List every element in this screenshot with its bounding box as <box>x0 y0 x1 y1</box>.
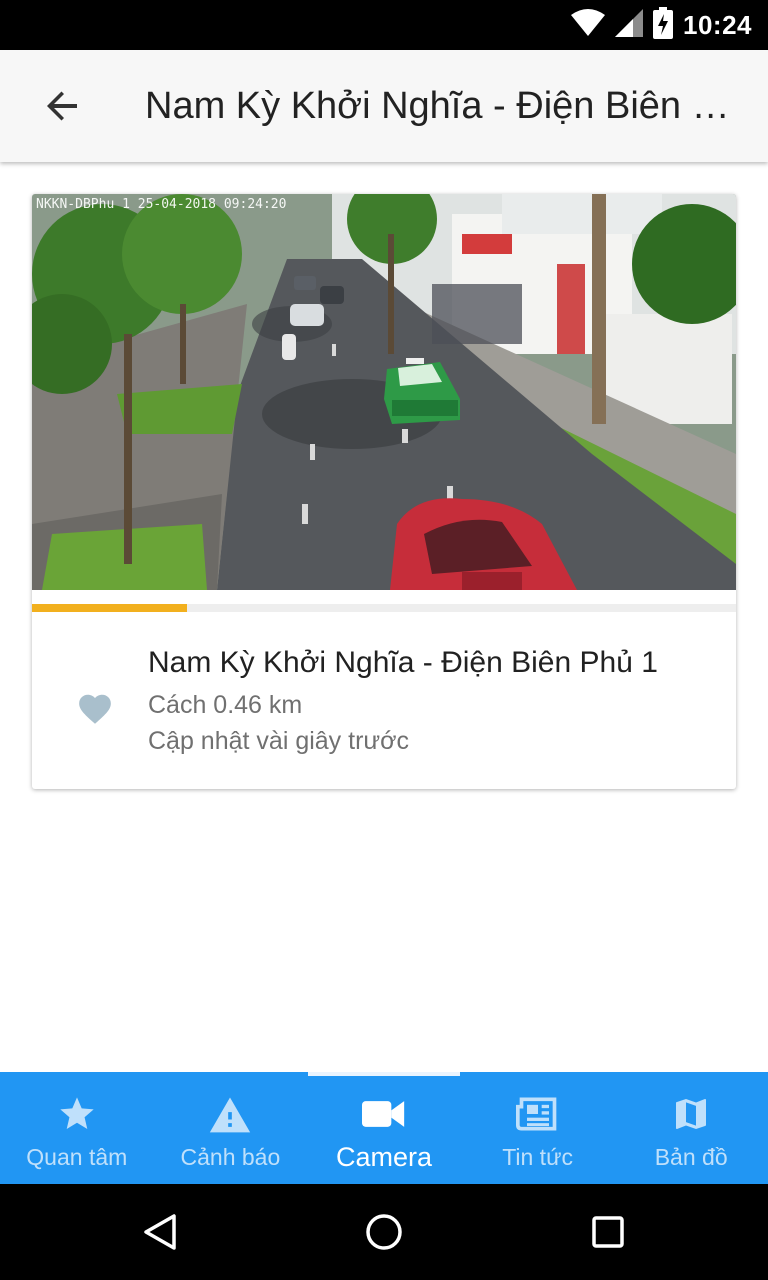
status-time: 10:24 <box>683 9 752 40</box>
camera-overlay-text: NKKN-DBPhu 1 25-04-2018 09:24:20 <box>36 197 286 212</box>
camera-snapshot[interactable]: NKKN-DBPhu 1 25-04-2018 09:24:20 <box>32 194 736 590</box>
nav-item-camera[interactable]: Camera <box>307 1072 461 1184</box>
refresh-progress-fill <box>32 604 187 612</box>
app-bar: Nam Kỳ Khởi Nghĩa - Điện Biên Phủ 1 <box>0 50 768 162</box>
bottom-navigation: Quan tâm Cảnh báo Camera Tin tức Bản đồ <box>0 1072 768 1184</box>
status-icons: 10:24 <box>571 0 752 50</box>
triangle-back-icon <box>144 1214 176 1250</box>
wifi-icon <box>571 8 605 42</box>
battery-charging-icon <box>653 6 673 44</box>
nav-label: Camera <box>335 1142 432 1172</box>
heart-icon <box>79 694 111 724</box>
cell-signal-icon <box>615 8 643 42</box>
square-recents-icon <box>592 1216 624 1248</box>
nav-label: Tin tức <box>502 1144 573 1170</box>
nav-label: Quan tâm <box>26 1144 128 1170</box>
camera-card[interactable]: NKKN-DBPhu 1 25-04-2018 09:24:20 Nam Kỳ … <box>32 194 736 789</box>
system-back-button[interactable] <box>136 1208 184 1256</box>
system-navigation-bar <box>0 1184 768 1280</box>
nav-item-tin-tuc[interactable]: Tin tức <box>461 1072 615 1184</box>
arrow-back-icon <box>47 91 77 121</box>
warning-icon <box>208 1092 252 1136</box>
nav-item-canh-bao[interactable]: Cảnh báo <box>154 1072 308 1184</box>
status-bar: 10:24 <box>0 0 768 50</box>
nav-item-ban-do[interactable]: Bản đồ <box>614 1072 768 1184</box>
back-button[interactable] <box>30 78 96 134</box>
news-icon <box>515 1092 560 1136</box>
nav-item-quan-tam[interactable]: Quan tâm <box>0 1072 154 1184</box>
nav-label: Bản đồ <box>654 1144 728 1170</box>
camera-name: Nam Kỳ Khởi Nghĩa - Điện Biên Phủ 1 <box>148 646 658 679</box>
system-home-button[interactable] <box>360 1208 408 1256</box>
map-icon <box>669 1092 713 1136</box>
camera-distance: Cách 0.46 km <box>148 691 303 719</box>
refresh-progress-bar <box>32 604 736 612</box>
star-icon <box>55 1092 99 1136</box>
camera-updated-time: Cập nhật vài giây trước <box>148 727 410 755</box>
active-tab-indicator <box>308 1072 460 1076</box>
page-title: Nam Kỳ Khởi Nghĩa - Điện Biên Phủ 1 <box>145 85 750 127</box>
video-camera-icon <box>361 1092 406 1136</box>
nav-label: Cảnh báo <box>180 1144 281 1170</box>
circle-home-icon <box>366 1214 402 1250</box>
favorite-button[interactable] <box>76 690 114 728</box>
system-recents-button[interactable] <box>584 1208 632 1256</box>
